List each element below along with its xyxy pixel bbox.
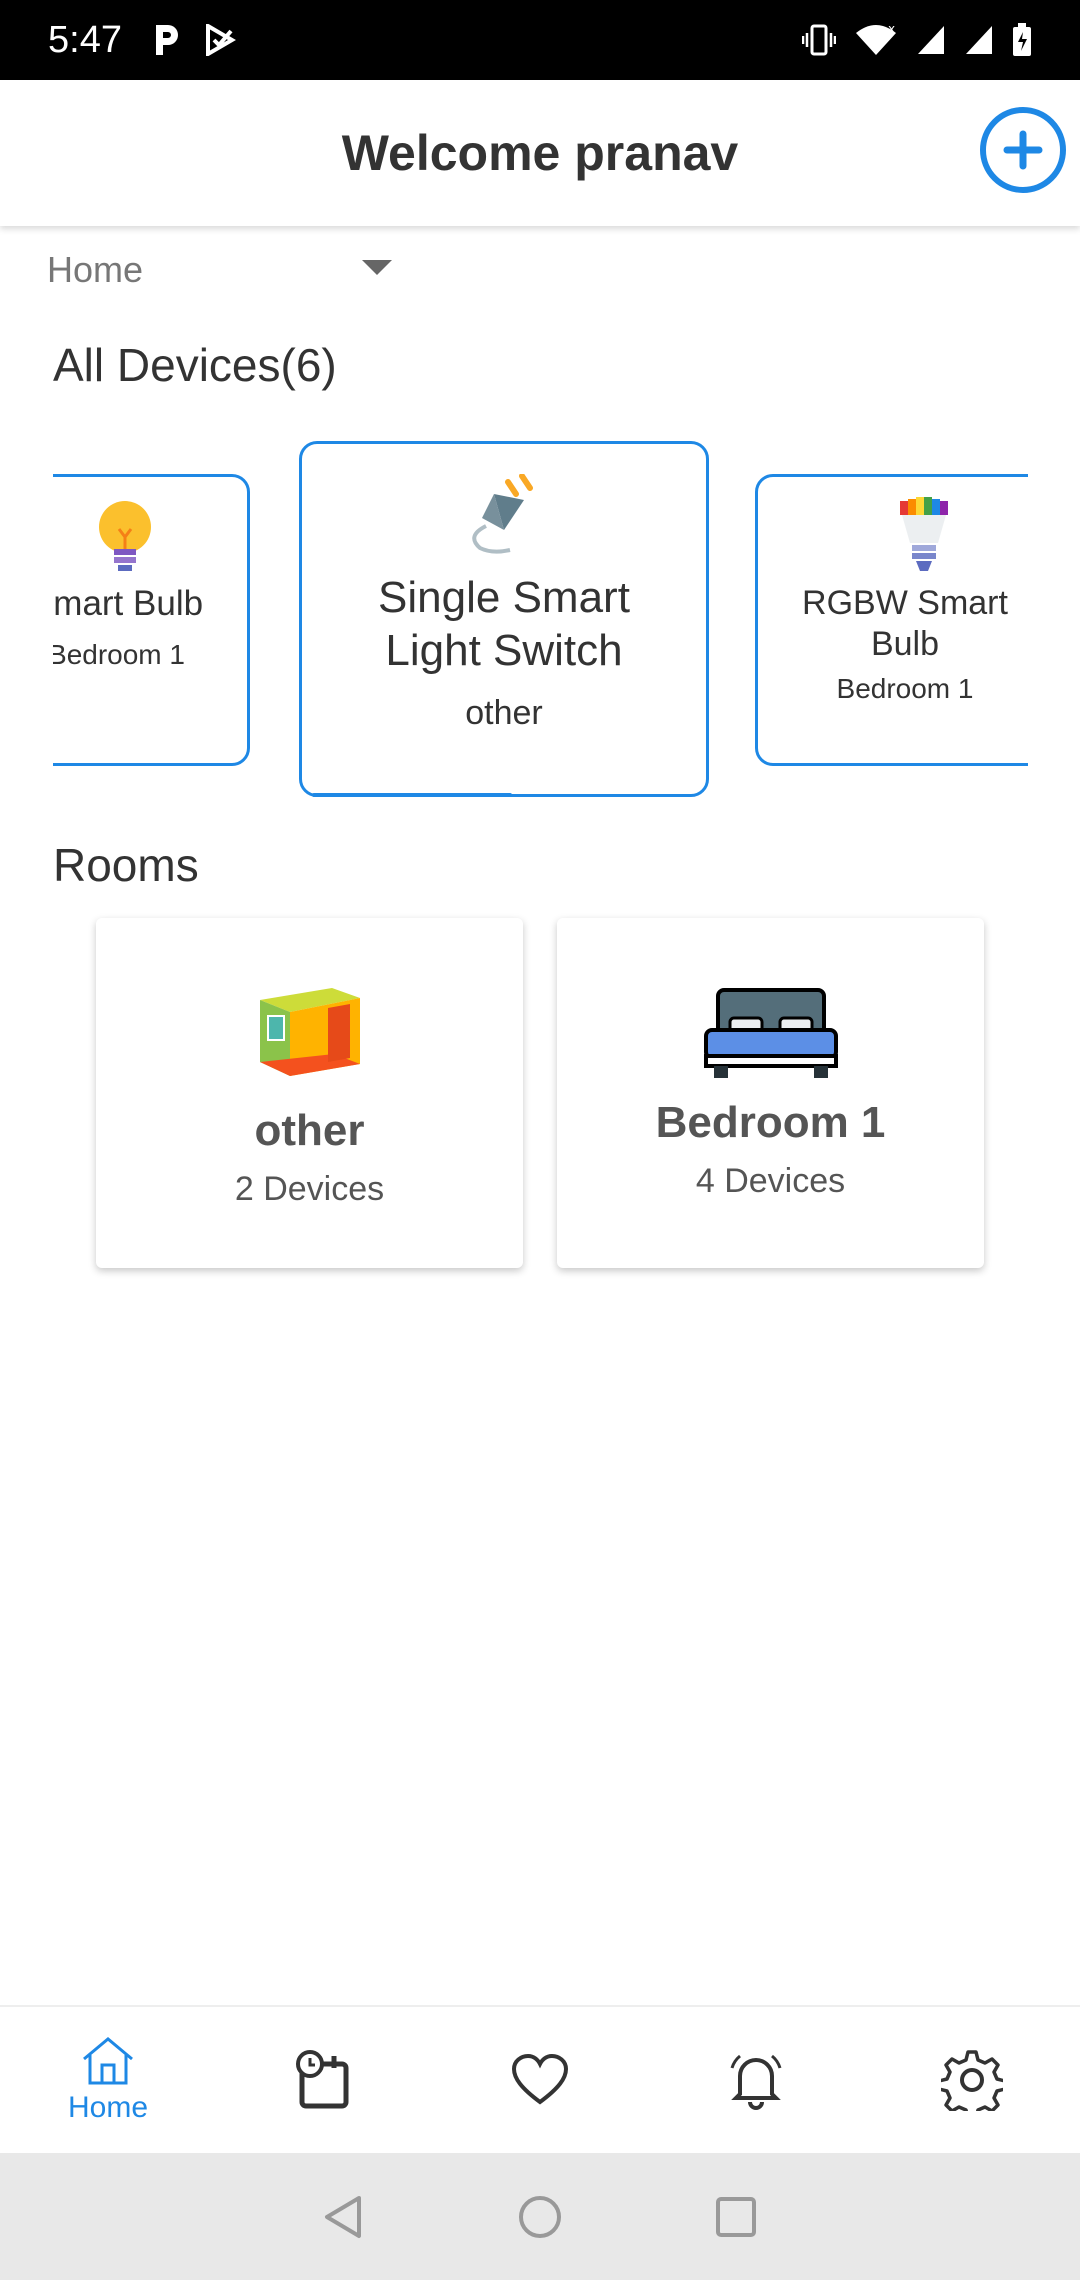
room-icon xyxy=(259,988,360,1076)
gear-icon xyxy=(941,2050,1003,2111)
device-name-line1: RGBW Smart xyxy=(802,584,1008,622)
nav-home-label: Home xyxy=(67,2091,149,2124)
play-store-icon xyxy=(205,24,236,56)
rooms-grid: other 2 Devices Bedroom 1 4 Devices xyxy=(96,918,984,1268)
device-name-line2: Bulb xyxy=(870,624,940,663)
device-room: Bedroom 1 xyxy=(836,672,974,704)
bed-icon xyxy=(703,988,838,1078)
battery-icon xyxy=(1013,23,1031,56)
device-card[interactable]: Smart Bulb Bedroom 1 xyxy=(53,474,250,766)
devices-carousel[interactable]: Smart Bulb Bedroom 1 Single Smart Light … xyxy=(53,440,1028,805)
signal-icon-2 xyxy=(966,26,992,54)
device-card[interactable]: RGBW Smart Bulb Bedroom 1 xyxy=(755,474,1028,766)
vibrate-icon xyxy=(802,24,836,56)
nav-schedule[interactable] xyxy=(244,2050,404,2110)
app-header: Welcome pranav xyxy=(0,80,1080,226)
room-device-count: 2 Devices xyxy=(234,1170,385,1208)
bulb-icon xyxy=(99,501,151,571)
device-name: Smart Bulb xyxy=(53,584,204,623)
heart-icon xyxy=(511,2054,569,2105)
room-device-count: 4 Devices xyxy=(695,1162,846,1200)
back-icon[interactable] xyxy=(321,2194,367,2240)
nav-settings[interactable] xyxy=(892,2049,1052,2111)
status-time: 5:47 xyxy=(48,18,122,61)
recents-icon[interactable] xyxy=(713,2194,759,2240)
home-icon xyxy=(83,2037,133,2085)
rooms-title: Rooms xyxy=(53,839,199,891)
system-navigation-bar xyxy=(0,2153,1080,2280)
plug-icon xyxy=(472,474,533,554)
p-app-icon xyxy=(155,25,178,55)
device-name-line2: Light Switch xyxy=(385,625,623,675)
room-card-other[interactable]: other 2 Devices xyxy=(96,918,523,1268)
dropdown-caret-icon xyxy=(362,260,392,275)
svg-text:x: x xyxy=(888,23,895,36)
device-room: other xyxy=(465,693,543,732)
rgbw-bulb-icon xyxy=(900,497,948,571)
home-dropdown-value: Home xyxy=(47,249,144,290)
bottom-navigation: Home xyxy=(0,2005,1080,2153)
room-name: Bedroom 1 xyxy=(655,1098,886,1147)
device-name-line1: Single Smart xyxy=(378,573,630,622)
plus-icon xyxy=(1003,130,1043,170)
room-card-bedroom-1[interactable]: Bedroom 1 4 Devices xyxy=(557,918,984,1268)
status-bar: 5:47 x xyxy=(0,0,1080,80)
schedule-icon xyxy=(296,2050,349,2109)
home-dropdown[interactable]: Home xyxy=(47,240,392,300)
add-device-button[interactable] xyxy=(980,107,1066,193)
nav-home[interactable]: Home xyxy=(28,2035,188,2125)
welcome-title: Welcome pranav xyxy=(341,125,739,181)
signal-icon xyxy=(918,26,944,54)
bell-icon xyxy=(730,2054,782,2110)
nav-favorites[interactable] xyxy=(460,2054,620,2106)
device-room: Bedroom 1 xyxy=(53,639,185,670)
wifi-icon: x xyxy=(856,23,896,55)
room-name: other xyxy=(254,1106,365,1155)
nav-notifications[interactable] xyxy=(676,2050,836,2110)
device-card-selected[interactable]: Single Smart Light Switch other xyxy=(299,441,709,797)
home-circle-icon[interactable] xyxy=(517,2194,563,2240)
carousel-indicator xyxy=(312,793,512,797)
all-devices-title: All Devices(6) xyxy=(53,339,337,391)
